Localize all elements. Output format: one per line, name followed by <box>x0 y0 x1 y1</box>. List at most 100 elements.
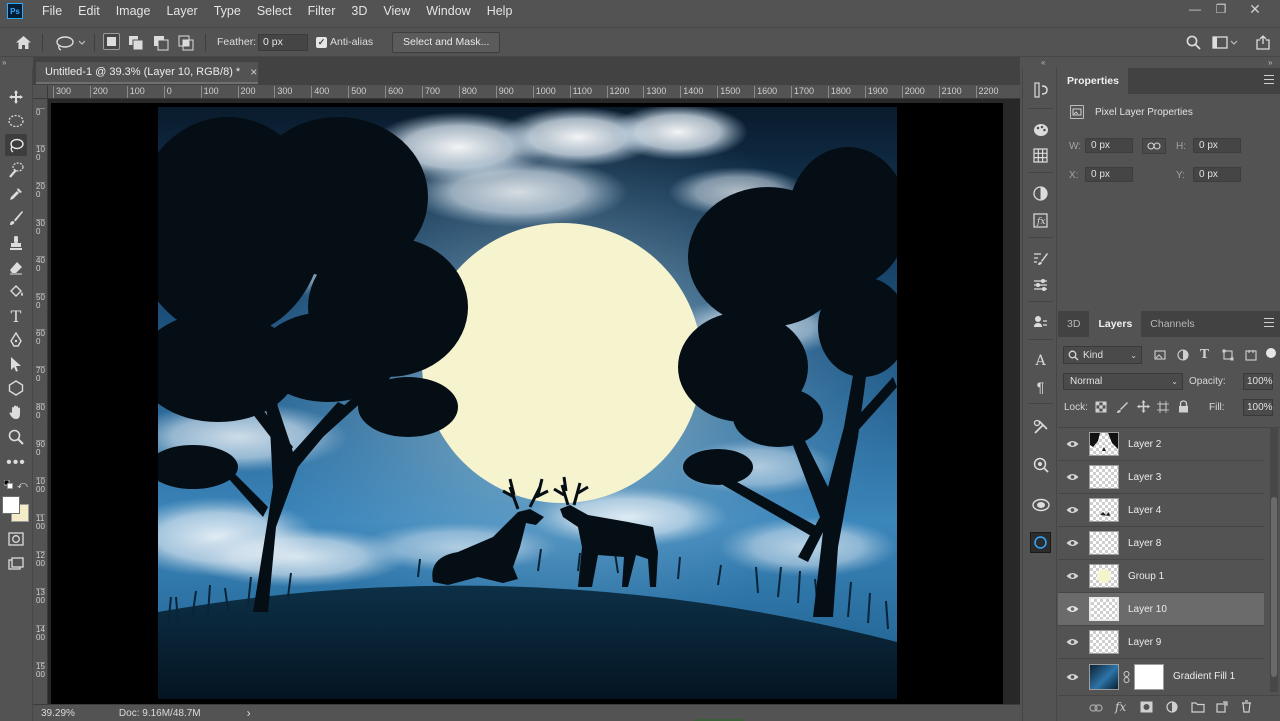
properties-menu-icon[interactable] <box>1264 75 1274 85</box>
quick-mask-icon[interactable] <box>5 528 27 550</box>
ruler-origin[interactable] <box>33 85 48 99</box>
swap-colors-icon[interactable]: ⤺ <box>17 480 29 491</box>
tool-presets-icon[interactable] <box>1030 416 1051 437</box>
filter-adjustment-icon[interactable] <box>1177 349 1189 364</box>
home-icon[interactable] <box>12 33 34 52</box>
visibility-eye-icon[interactable] <box>1058 673 1086 681</box>
layer-row-layer-8[interactable]: Layer 8 <box>1058 527 1264 560</box>
toolbar-collapse-icon[interactable]: » <box>2 58 6 67</box>
add-selection-icon[interactable] <box>127 33 145 52</box>
layer-row-layer-10[interactable]: Layer 10 <box>1058 593 1264 626</box>
layers-scrollbar[interactable] <box>1270 427 1278 692</box>
document-tab[interactable]: Untitled-1 @ 39.3% (Layer 10, RGB/8) * × <box>36 62 258 84</box>
menu-edit[interactable]: Edit <box>70 0 108 22</box>
add-mask-icon[interactable] <box>1140 701 1153 716</box>
workspace-icon[interactable] <box>1211 33 1239 52</box>
more-tools-icon[interactable]: ••• <box>5 452 27 474</box>
fill-input[interactable]: 100% <box>1243 399 1273 416</box>
menu-filter[interactable]: Filter <box>300 0 344 22</box>
path-selection-tool-icon[interactable] <box>5 353 27 375</box>
filter-smart-object-icon[interactable] <box>1245 349 1257 364</box>
layer-row-layer-9[interactable]: Layer 9 <box>1058 626 1264 659</box>
hand-tool-icon[interactable] <box>5 401 27 423</box>
lock-transparent-pixels-icon[interactable] <box>1095 401 1107 416</box>
eraser-tool-icon[interactable] <box>5 256 27 278</box>
brush-presets-icon[interactable] <box>1030 274 1051 295</box>
menu-image[interactable]: Image <box>108 0 159 22</box>
tab-channels[interactable]: Channels <box>1141 311 1203 337</box>
layer-filter-kind[interactable]: Kind ⌄ <box>1063 346 1142 364</box>
subtract-selection-icon[interactable] <box>152 33 170 52</box>
visibility-eye-icon[interactable] <box>1058 440 1086 448</box>
tab-3d[interactable]: 3D <box>1058 311 1089 337</box>
stamp-tool-icon[interactable] <box>5 232 27 254</box>
lock-artboard-icon[interactable] <box>1157 401 1169 416</box>
search-icon[interactable] <box>1183 33 1203 52</box>
tab-layers[interactable]: Layers <box>1089 311 1142 337</box>
blend-mode-select[interactable]: Normal ⌄ <box>1063 373 1183 390</box>
menu-help[interactable]: Help <box>479 0 521 22</box>
filter-type-icon[interactable]: T <box>1200 347 1209 361</box>
lock-position-icon[interactable] <box>1137 400 1150 416</box>
marquee-tool-icon[interactable] <box>5 110 27 132</box>
brush-settings-icon[interactable] <box>1030 248 1051 269</box>
feather-input[interactable]: 0 px <box>258 34 308 51</box>
layer-row-gradient-fill-1[interactable]: Gradient Fill 1 <box>1058 659 1264 692</box>
menu-select[interactable]: Select <box>249 0 300 22</box>
menu-type[interactable]: Type <box>206 0 249 22</box>
visibility-eye-icon[interactable] <box>1058 539 1086 547</box>
visibility-eye-icon[interactable] <box>1058 473 1086 481</box>
eyedropper-tool-icon[interactable] <box>5 183 27 205</box>
layers-scroll-thumb[interactable] <box>1271 497 1277 677</box>
character-icon[interactable]: A <box>1030 350 1051 371</box>
height-input[interactable]: 0 px <box>1193 138 1241 153</box>
default-colors-icon[interactable] <box>3 479 13 489</box>
opacity-input[interactable]: 100% <box>1243 373 1273 390</box>
lasso-preset-icon[interactable] <box>52 33 88 52</box>
lock-all-icon[interactable] <box>1178 400 1189 416</box>
screen-mode-icon[interactable] <box>5 553 27 575</box>
new-group-icon[interactable] <box>1191 701 1205 716</box>
color-palette-icon[interactable] <box>1030 119 1051 140</box>
history-icon[interactable] <box>1030 79 1051 100</box>
layer-style-fx-icon[interactable]: fx <box>1115 700 1126 714</box>
menu-view[interactable]: View <box>375 0 418 22</box>
adjustments-icon[interactable] <box>1030 183 1051 204</box>
delete-layer-icon[interactable] <box>1241 700 1252 716</box>
zoom-tool-icon[interactable] <box>5 426 27 448</box>
swatches-icon[interactable] <box>1030 145 1051 166</box>
filter-shape-icon[interactable] <box>1222 349 1234 364</box>
dock-collapse-icon[interactable]: « <box>1041 58 1045 67</box>
new-selection-icon[interactable] <box>103 33 120 50</box>
visibility-eye-icon[interactable] <box>1058 638 1086 646</box>
navigator-icon[interactable] <box>1030 454 1051 475</box>
artwork-moonlit-deer[interactable] <box>158 107 897 699</box>
close-tab-icon[interactable]: × <box>250 65 257 79</box>
foreground-color-swatch[interactable] <box>2 496 20 514</box>
filter-toggle-icon[interactable] <box>1266 348 1276 358</box>
link-layers-icon[interactable] <box>1089 703 1103 715</box>
layer-row-layer-2[interactable]: Layer 2 <box>1058 428 1264 461</box>
vertical-ruler[interactable]: 0 100 200 300 400 500 600 700 800 900 1000 1100 1200… <box>33 99 48 704</box>
visibility-eye-icon[interactable] <box>1058 506 1086 514</box>
layers-menu-icon[interactable] <box>1264 318 1274 328</box>
tab-properties[interactable]: Properties <box>1058 68 1128 94</box>
quick-selection-tool-icon[interactable] <box>5 159 27 181</box>
menu-layer[interactable]: Layer <box>158 0 205 22</box>
link-dimensions-icon[interactable] <box>1142 138 1166 154</box>
status-menu-arrow-icon[interactable]: › <box>247 706 251 720</box>
brush-tool-icon[interactable] <box>5 207 27 229</box>
menu-file[interactable]: File <box>34 0 70 22</box>
paragraph-icon[interactable]: ¶ <box>1030 376 1051 397</box>
filter-pixel-icon[interactable] <box>1154 349 1166 364</box>
lock-image-pixels-icon[interactable] <box>1116 401 1128 416</box>
restore-icon[interactable]: ❐ <box>1206 0 1236 18</box>
pen-tool-icon[interactable] <box>5 329 27 351</box>
width-input[interactable]: 0 px <box>1085 138 1133 153</box>
intersect-selection-icon[interactable] <box>177 33 195 52</box>
menu-window[interactable]: Window <box>418 0 478 22</box>
3d-materials-icon[interactable] <box>1030 494 1051 515</box>
clone-source-icon[interactable] <box>1030 312 1051 333</box>
share-icon[interactable] <box>1253 33 1273 52</box>
paint-bucket-tool-icon[interactable] <box>5 280 27 302</box>
